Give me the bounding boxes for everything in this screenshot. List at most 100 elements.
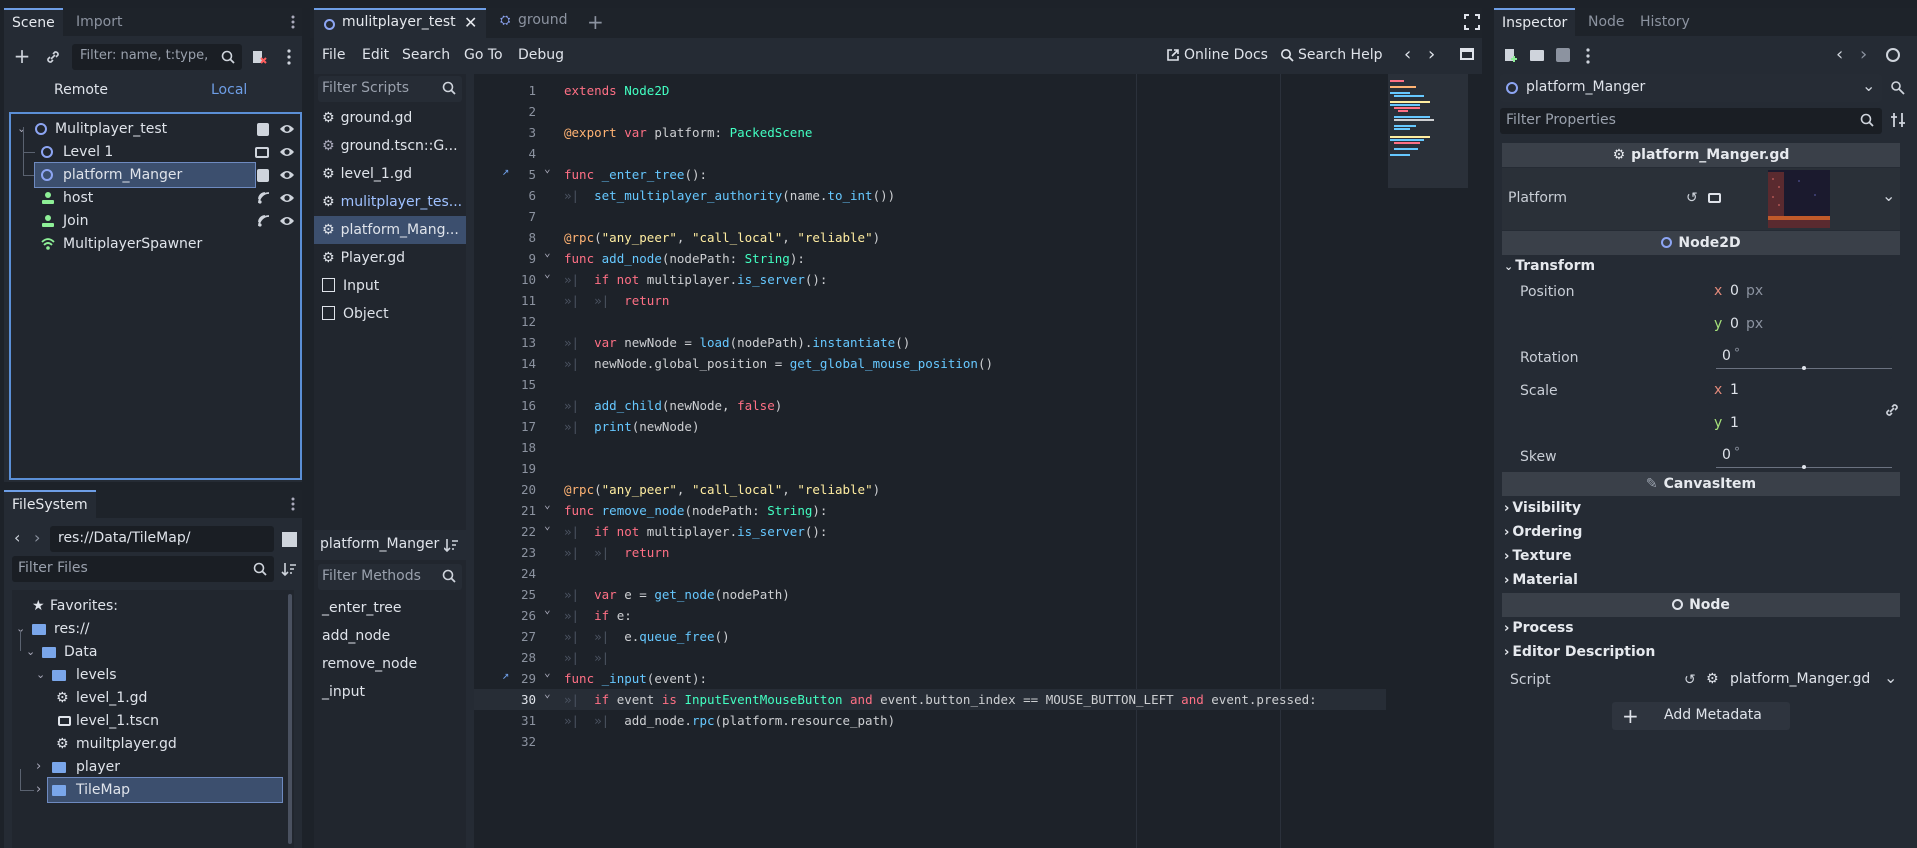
signal-icon[interactable] bbox=[257, 191, 271, 205]
position-x-field[interactable]: x 0 px bbox=[1708, 280, 1892, 306]
scale-y-field[interactable]: y 1 bbox=[1708, 412, 1892, 438]
menu-debug[interactable]: Debug bbox=[518, 47, 564, 63]
menu-goto[interactable]: Go To bbox=[464, 47, 503, 63]
recent-history-icon[interactable] bbox=[1886, 48, 1900, 62]
fold-arrow-icon[interactable]: ⌄ bbox=[544, 687, 551, 700]
minimap[interactable] bbox=[1388, 74, 1468, 188]
sort-icon[interactable] bbox=[444, 538, 458, 552]
inspector-settings-icon[interactable] bbox=[1890, 112, 1906, 128]
script-item[interactable]: ⚙ mulitplayer_tes... bbox=[314, 188, 466, 216]
fold-arrow-icon[interactable]: ⌄ bbox=[544, 162, 551, 175]
visibility-eye-icon[interactable] bbox=[279, 168, 295, 182]
history-back-icon[interactable]: ‹ bbox=[1404, 44, 1411, 65]
filter-properties-input[interactable]: Filter Properties bbox=[1500, 108, 1882, 134]
menu-file[interactable]: File bbox=[322, 47, 345, 63]
position-y-field[interactable]: y 0 px bbox=[1708, 313, 1892, 339]
expand-arrow-icon[interactable]: › bbox=[36, 777, 41, 803]
history-back-icon[interactable]: ‹ bbox=[1836, 44, 1843, 65]
tab-ground[interactable]: ⛭ ground bbox=[490, 8, 580, 38]
texture-category[interactable]: › Texture bbox=[1504, 548, 1572, 564]
transform-category[interactable]: ⌄ Transform bbox=[1504, 258, 1595, 274]
add-node-icon[interactable]: + bbox=[12, 44, 32, 68]
script-icon[interactable] bbox=[257, 123, 269, 136]
method-item[interactable]: remove_node bbox=[314, 650, 466, 678]
forward-arrow-icon[interactable]: › bbox=[34, 528, 40, 547]
add-metadata-button[interactable]: + Add Metadata bbox=[1612, 702, 1790, 730]
history-forward-icon[interactable]: › bbox=[1428, 44, 1435, 65]
method-item[interactable]: _enter_tree bbox=[314, 594, 466, 622]
dock-menu-icon[interactable] bbox=[288, 496, 298, 512]
process-category[interactable]: › Process bbox=[1504, 620, 1574, 636]
more-icon[interactable] bbox=[1586, 48, 1592, 64]
fold-arrow-icon[interactable]: ⌄ bbox=[544, 267, 551, 280]
fold-arrow-icon[interactable]: ⌄ bbox=[544, 666, 551, 679]
scrollbar[interactable] bbox=[288, 594, 292, 844]
back-arrow-icon[interactable]: ‹ bbox=[14, 528, 20, 547]
skew-slider[interactable]: 0 ° bbox=[1712, 445, 1892, 471]
tab-node[interactable]: Node bbox=[1580, 8, 1633, 36]
method-override-icon[interactable]: ↗ bbox=[502, 164, 509, 178]
tab-inspector[interactable]: Inspector bbox=[1494, 8, 1576, 36]
method-filter-input[interactable]: Filter Methods bbox=[318, 564, 462, 590]
script-item-selected[interactable]: ⚙ platform_Mang... bbox=[314, 216, 466, 244]
fold-arrow-icon[interactable]: ⌄ bbox=[544, 246, 551, 259]
script-item[interactable]: ⚙ Player.gd bbox=[314, 244, 466, 272]
visibility-eye-icon[interactable] bbox=[279, 122, 295, 136]
fold-arrow-icon[interactable]: ⌄ bbox=[544, 603, 551, 616]
script-attach-icon[interactable] bbox=[250, 48, 268, 66]
object-properties-icon[interactable] bbox=[1890, 80, 1906, 96]
visibility-eye-icon[interactable] bbox=[279, 145, 295, 159]
toggle-scripts-panel-icon[interactable] bbox=[1460, 48, 1474, 60]
open-folder-icon[interactable] bbox=[1530, 50, 1544, 61]
remote-tab[interactable]: Remote bbox=[54, 82, 108, 98]
script-resource-field[interactable]: ⚙ platform_Manger.gd ⌄ bbox=[1706, 668, 1900, 694]
ordering-category[interactable]: › Ordering bbox=[1504, 524, 1582, 540]
method-item[interactable]: _input bbox=[314, 678, 466, 706]
doc-item[interactable]: Input bbox=[314, 272, 466, 300]
chevron-down-icon[interactable]: ⌄ bbox=[1882, 186, 1895, 205]
script-item[interactable]: ⚙ ground.gd bbox=[314, 104, 466, 132]
revert-icon[interactable]: ↺ bbox=[1686, 190, 1698, 206]
script-item[interactable]: ⚙ level_1.gd bbox=[314, 160, 466, 188]
tab-mulitplayer-test[interactable]: mulitplayer_test ✕ bbox=[314, 8, 486, 38]
link-scale-icon[interactable] bbox=[1884, 402, 1900, 418]
slider-grabber[interactable] bbox=[1802, 366, 1806, 370]
online-docs-button[interactable]: Online Docs bbox=[1184, 47, 1268, 63]
visibility-category[interactable]: › Visibility bbox=[1504, 500, 1581, 516]
fold-arrow-icon[interactable]: ⌄ bbox=[544, 498, 551, 511]
script-filter-input[interactable]: Filter Scripts bbox=[318, 76, 462, 102]
fullscreen-icon[interactable] bbox=[1464, 14, 1480, 30]
search-help-button[interactable]: Search Help bbox=[1298, 47, 1382, 63]
scale-x-field[interactable]: x 1 bbox=[1708, 379, 1892, 405]
signal-icon[interactable] bbox=[257, 214, 271, 228]
scene-instance-icon[interactable] bbox=[255, 147, 269, 158]
local-tab[interactable]: Local bbox=[211, 82, 247, 98]
folder-tilemap[interactable]: › TileMap bbox=[12, 769, 283, 803]
save-icon[interactable] bbox=[1556, 48, 1570, 62]
editor-description-category[interactable]: › Editor Description bbox=[1504, 644, 1655, 660]
tree-node-multiplayer-spawner[interactable]: MultiplayerSpawner bbox=[11, 231, 300, 257]
script-icon[interactable] bbox=[257, 169, 269, 182]
visibility-eye-icon[interactable] bbox=[279, 191, 295, 205]
method-override-icon[interactable]: ↗ bbox=[502, 668, 509, 682]
method-item[interactable]: add_node bbox=[314, 622, 466, 650]
new-tab-icon[interactable]: + bbox=[587, 10, 604, 34]
node-selector[interactable]: platform_Manger ⌄ bbox=[1500, 74, 1882, 102]
history-forward-icon[interactable]: › bbox=[1860, 44, 1867, 65]
new-resource-icon[interactable] bbox=[1504, 48, 1518, 62]
path-field[interactable]: res://Data/TileMap/ bbox=[50, 526, 274, 552]
scene-filter-input[interactable]: Filter: name, t:type, bbox=[72, 44, 242, 70]
slider-grabber[interactable] bbox=[1802, 465, 1806, 469]
scene-more-icon[interactable] bbox=[284, 48, 294, 66]
menu-search[interactable]: Search bbox=[402, 47, 450, 63]
code-editor[interactable]: 1 2 3 4 5 ⌄ ↗ 6 7 8 9 ⌄ 10 ⌄ 11 12 13 14 15 16 17 18 19 20 21 ⌄ 22… bbox=[474, 74, 1482, 848]
tab-history[interactable]: History bbox=[1632, 8, 1698, 36]
doc-item[interactable]: Object bbox=[314, 300, 466, 328]
menu-edit[interactable]: Edit bbox=[362, 47, 389, 63]
material-category[interactable]: › Material bbox=[1504, 572, 1578, 588]
dock-menu-icon[interactable] bbox=[288, 14, 298, 30]
tab-scene[interactable]: Scene bbox=[4, 8, 63, 36]
sort-icon[interactable] bbox=[280, 560, 298, 578]
rotation-slider[interactable]: 0 ° bbox=[1712, 346, 1892, 372]
close-icon[interactable]: ✕ bbox=[464, 13, 477, 32]
